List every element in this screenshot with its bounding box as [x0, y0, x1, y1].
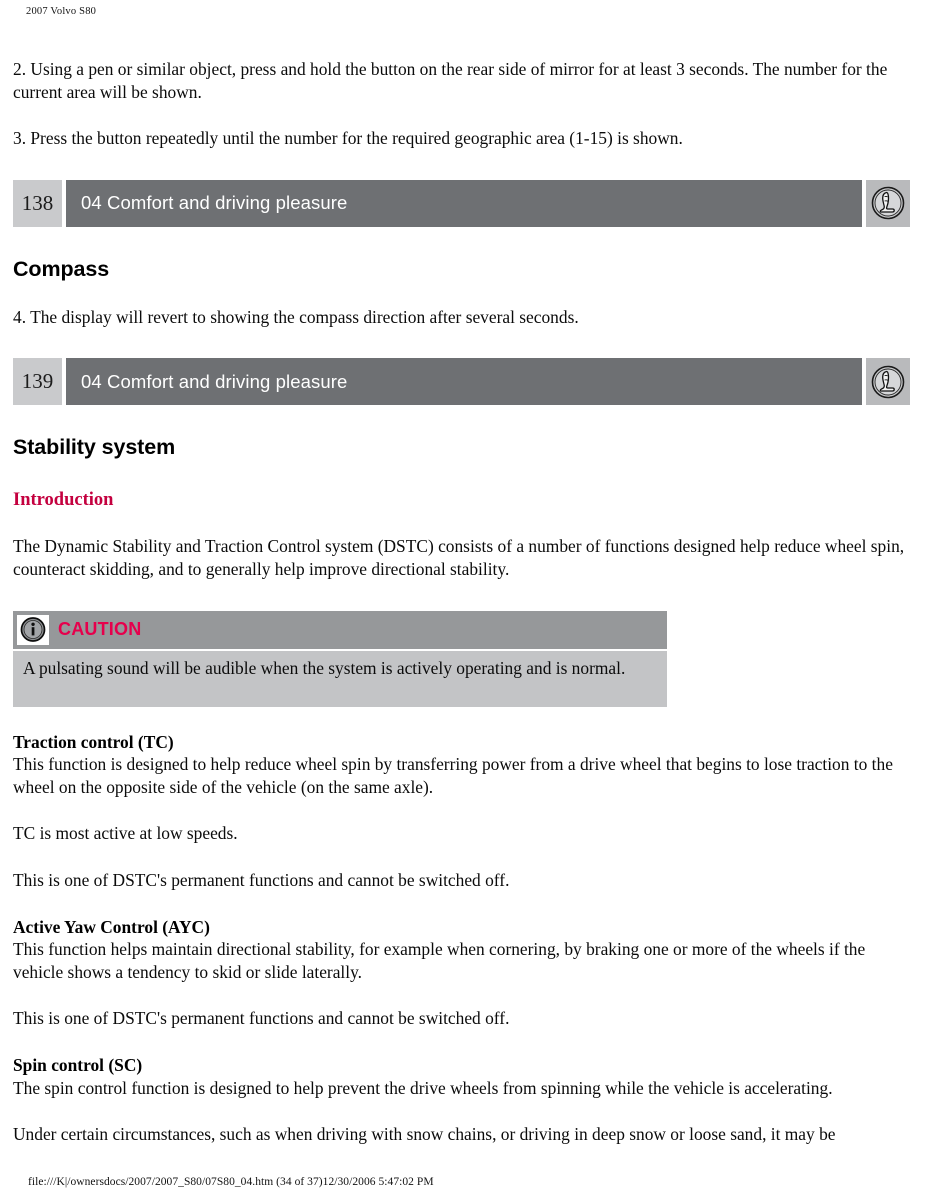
car-seat-icon-glyph [869, 184, 907, 223]
info-icon [17, 614, 49, 645]
subheading-traction-control: Traction control (TC) [13, 731, 174, 752]
traction-control-paragraph: This function is designed to help reduce… [13, 754, 893, 797]
page-bar-title: 04 Comfort and driving pleasure [66, 358, 862, 406]
active-yaw-control-extra-1: This is one of DSTC's permanent function… [13, 1008, 510, 1029]
spin-control-paragraph: The spin control function is designed to… [13, 1077, 833, 1098]
document-page: 2007 Volvo S80 2. Using a pen or similar… [0, 0, 927, 1200]
page-bar-title: 04 Comfort and driving pleasure [66, 179, 862, 227]
caution-text: A pulsating sound will be audible when t… [13, 650, 667, 707]
car-seat-icon [866, 358, 910, 406]
traction-control-extra-2: This is one of DSTC's permanent function… [13, 869, 510, 890]
page-number: 138 [13, 179, 62, 227]
running-header: 2007 Volvo S80 [26, 6, 97, 17]
introduction-paragraph: The Dynamic Stability and Traction Contr… [13, 536, 905, 579]
page-footer-path: file:///K|/ownersdocs/2007/2007_S80/07S8… [28, 1176, 434, 1188]
info-icon-glyph [20, 617, 46, 642]
spin-control-extra-1: Under certain circumstances, such as whe… [13, 1124, 836, 1145]
car-seat-icon-glyph [869, 362, 907, 401]
page-title-stability-system: Stability system [13, 435, 176, 460]
step-4-paragraph: 4. The display will revert to showing th… [13, 306, 579, 327]
traction-control-extra-1: TC is most active at low speeds. [13, 823, 238, 844]
subheading-active-yaw-control: Active Yaw Control (AYC) [13, 916, 210, 937]
car-seat-icon [866, 179, 910, 227]
subheading-spin-control: Spin control (SC) [13, 1054, 143, 1075]
active-yaw-control-paragraph: This function helps maintain directional… [13, 939, 866, 982]
subheading-introduction: Introduction [13, 490, 114, 511]
caution-box: CAUTION A pulsating sound will be audibl… [13, 610, 667, 707]
step-2-paragraph: 2. Using a pen or similar object, press … [13, 59, 888, 102]
page-title-compass: Compass [13, 256, 110, 281]
page-number: 139 [13, 358, 62, 406]
step-3-paragraph: 3. Press the button repeatedly until the… [13, 128, 683, 149]
page-bar-138: 138 04 Comfort and driving pleasure [13, 179, 910, 227]
page-bar-139: 139 04 Comfort and driving pleasure [13, 358, 910, 406]
document-content: 2. Using a pen or similar object, press … [13, 58, 914, 1146]
caution-header: CAUTION [13, 610, 667, 649]
caution-label: CAUTION [58, 619, 142, 640]
